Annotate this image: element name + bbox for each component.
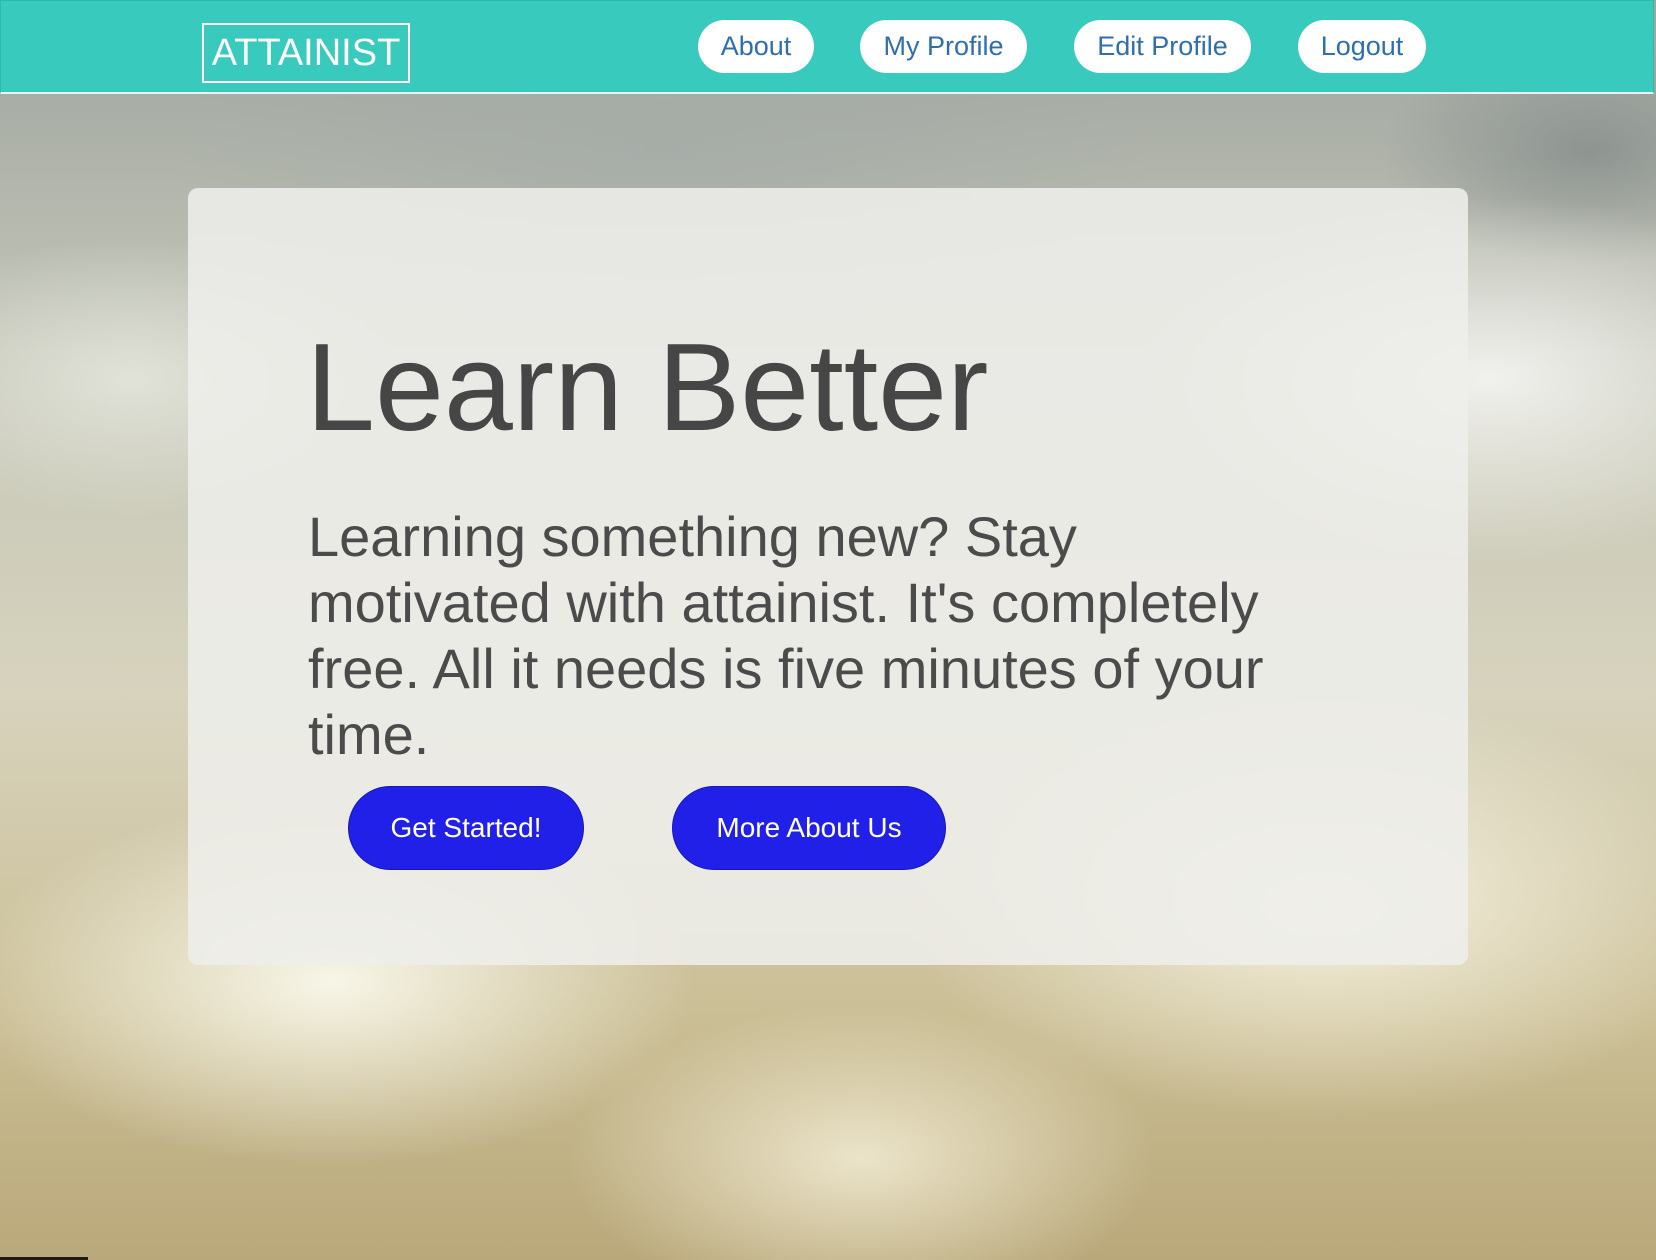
hero-card: Learn Better Learning something new? Sta… <box>188 188 1468 965</box>
more-about-us-button[interactable]: More About Us <box>672 786 946 870</box>
nav-logout-link[interactable]: Logout <box>1298 20 1426 73</box>
top-navbar: ATTAINIST About My Profile Edit Profile … <box>0 0 1654 94</box>
brand-logo[interactable]: ATTAINIST <box>202 23 410 83</box>
get-started-button[interactable]: Get Started! <box>348 786 584 870</box>
nav-edit-profile-link[interactable]: Edit Profile <box>1074 20 1251 73</box>
hero-subtitle: Learning something new? Stay motivated w… <box>308 505 1264 766</box>
hero-title: Learn Better <box>306 319 989 457</box>
nav-my-profile-link[interactable]: My Profile <box>860 20 1027 73</box>
nav-about-link[interactable]: About <box>698 20 814 73</box>
